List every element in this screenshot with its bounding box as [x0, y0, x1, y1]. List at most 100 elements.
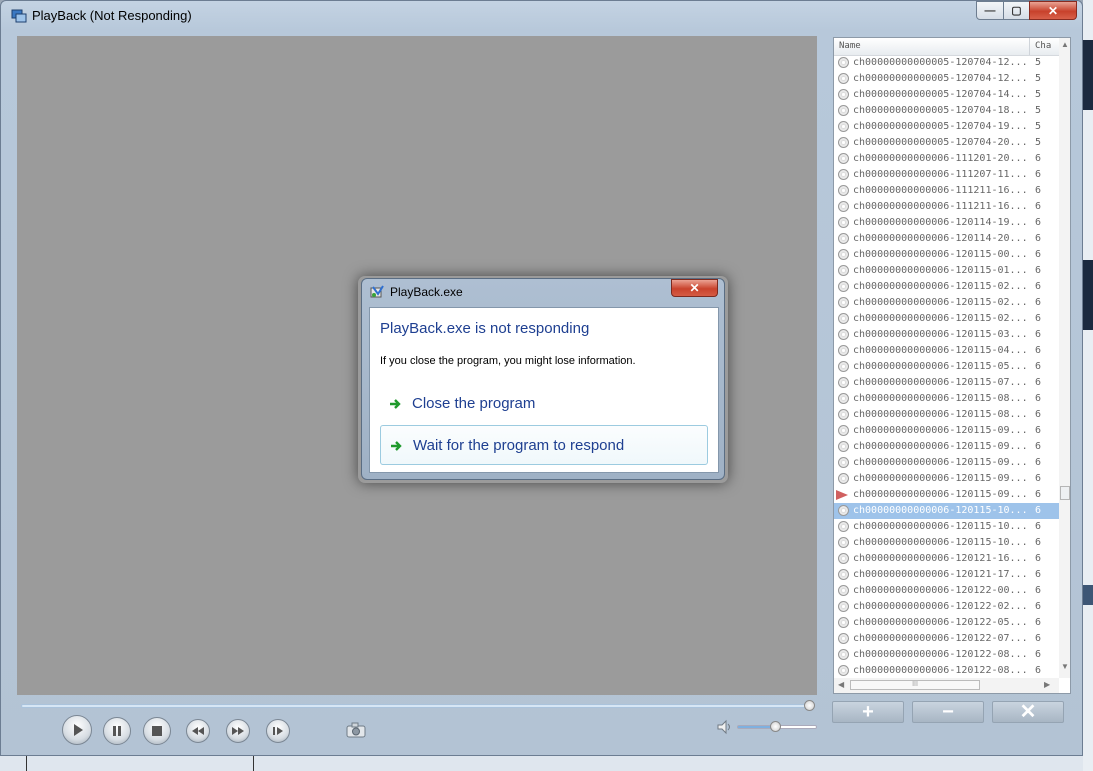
- column-header-channel[interactable]: Cha: [1035, 41, 1051, 51]
- column-separator[interactable]: [1029, 38, 1030, 55]
- playlist-row[interactable]: ch00000000000006-120121-16... 6: [834, 551, 1059, 567]
- disc-icon: [838, 441, 849, 452]
- playlist-row[interactable]: ch00000000000006-120122-00... 6: [834, 583, 1059, 599]
- speaker-icon[interactable]: [716, 719, 734, 735]
- playlist-row[interactable]: ch00000000000006-111211-16... 6: [834, 183, 1059, 199]
- disc-icon: [838, 569, 849, 580]
- disc-icon: [838, 89, 849, 100]
- scroll-right-icon[interactable]: ▶: [1044, 680, 1050, 689]
- disc-icon: [838, 537, 849, 548]
- maximize-button[interactable]: ▢: [1003, 1, 1030, 20]
- playlist-row[interactable]: ch00000000000006-120114-20... 6: [834, 231, 1059, 247]
- playlist-row[interactable]: ch00000000000006-120114-19... 6: [834, 215, 1059, 231]
- playlist-row[interactable]: ch00000000000006-120115-09... 6: [834, 487, 1059, 503]
- row-channel: 6: [1035, 569, 1042, 580]
- playlist-vertical-scrollbar[interactable]: ▲ ▼: [1059, 38, 1070, 678]
- row-channel: 6: [1035, 377, 1042, 388]
- disc-icon: [838, 137, 849, 148]
- window-titlebar[interactable]: PlayBack (Not Responding) — ▢ ✕: [1, 1, 1082, 31]
- playlist-row[interactable]: ch00000000000006-120115-02... 6: [834, 311, 1059, 327]
- pause-button[interactable]: [103, 717, 131, 745]
- scroll-thumb[interactable]: [1060, 486, 1070, 500]
- disc-icon: [838, 233, 849, 244]
- add-file-button[interactable]: +: [832, 701, 904, 723]
- close-window-button[interactable]: ✕: [1029, 1, 1077, 20]
- row-channel: 6: [1035, 329, 1042, 340]
- playlist-row[interactable]: ch00000000000006-120115-08... 6: [834, 391, 1059, 407]
- row-filename: ch00000000000006-120115-02...: [853, 313, 1028, 324]
- scroll-down-icon[interactable]: ▼: [1059, 662, 1070, 674]
- playlist-row[interactable]: ch00000000000006-111201-20... 6: [834, 151, 1059, 167]
- playlist-row[interactable]: ch00000000000005-120704-14... 5: [834, 87, 1059, 103]
- playlist-row[interactable]: ch00000000000006-120115-09... 6: [834, 423, 1059, 439]
- row-filename: ch00000000000006-120115-03...: [853, 329, 1028, 340]
- playlist-row[interactable]: ch00000000000006-120122-02... 6: [834, 599, 1059, 615]
- playlist-row[interactable]: ch00000000000006-120115-09... 6: [834, 455, 1059, 471]
- playlist-row[interactable]: ch00000000000006-120115-03... 6: [834, 327, 1059, 343]
- row-channel: 6: [1035, 153, 1042, 164]
- playlist-row[interactable]: ch00000000000006-120115-00... 6: [834, 247, 1059, 263]
- playlist-row[interactable]: ch00000000000006-120121-17... 6: [834, 567, 1059, 583]
- dialog-close-button[interactable]: ✕: [671, 279, 718, 297]
- playlist-row[interactable]: ch00000000000006-120115-09... 6: [834, 471, 1059, 487]
- row-channel: 6: [1035, 265, 1042, 276]
- horizontal-scroll-thumb[interactable]: III: [850, 680, 980, 690]
- remove-file-button[interactable]: −: [912, 701, 984, 723]
- fast-forward-button[interactable]: [226, 719, 250, 743]
- playlist-row[interactable]: ch00000000000006-120115-02... 6: [834, 295, 1059, 311]
- scroll-left-icon[interactable]: ◀: [838, 680, 844, 689]
- row-channel: 6: [1035, 201, 1042, 212]
- camera-icon[interactable]: [346, 722, 366, 738]
- playlist-row[interactable]: ch00000000000005-120704-19... 5: [834, 119, 1059, 135]
- playlist-row[interactable]: ch00000000000005-120704-20... 5: [834, 135, 1059, 151]
- playlist-row[interactable]: ch00000000000006-111207-11... 6: [834, 167, 1059, 183]
- scroll-up-icon[interactable]: ▲: [1059, 40, 1070, 52]
- minimize-button[interactable]: —: [976, 1, 1004, 20]
- volume-thumb[interactable]: [770, 721, 781, 732]
- frame-step-button[interactable]: [266, 719, 290, 743]
- play-button[interactable]: [62, 715, 92, 745]
- stop-button[interactable]: [143, 717, 171, 745]
- seek-bar[interactable]: [21, 704, 811, 708]
- playlist-row[interactable]: ch00000000000005-120704-12... 5: [834, 71, 1059, 87]
- row-filename: ch00000000000006-120114-19...: [853, 217, 1028, 228]
- playlist-row[interactable]: ch00000000000006-111211-16... 6: [834, 199, 1059, 215]
- seek-thumb[interactable]: [804, 700, 815, 711]
- playlist-panel: Name Cha ch00000000000005-120704-12... 5 c…: [833, 37, 1071, 694]
- disc-icon: [838, 521, 849, 532]
- playlist-horizontal-scrollbar[interactable]: ◀ III ▶: [834, 678, 1059, 693]
- window-controls: — ▢ ✕: [976, 1, 1077, 21]
- playlist-row[interactable]: ch00000000000006-120115-08... 6: [834, 407, 1059, 423]
- row-channel: 6: [1035, 345, 1042, 356]
- playlist-row[interactable]: ch00000000000006-120115-09... 6: [834, 439, 1059, 455]
- playlist-row[interactable]: ch00000000000006-120115-10... 6: [834, 535, 1059, 551]
- column-header-name[interactable]: Name: [839, 41, 861, 51]
- playlist-row[interactable]: ch00000000000006-120115-05... 6: [834, 359, 1059, 375]
- playlist-row[interactable]: ch00000000000005-120704-18... 5: [834, 103, 1059, 119]
- playlist-row[interactable]: ch00000000000006-120122-08... 6: [834, 647, 1059, 663]
- playlist-row[interactable]: ch00000000000006-120115-10... 6: [834, 503, 1059, 519]
- disc-icon: [838, 281, 849, 292]
- playlist-row[interactable]: ch00000000000006-120115-02... 6: [834, 279, 1059, 295]
- playlist-row[interactable]: ch00000000000006-120115-01... 6: [834, 263, 1059, 279]
- stop-icon: [152, 726, 162, 736]
- disc-icon: [838, 505, 849, 516]
- frame-step-icon: [273, 727, 283, 735]
- playlist-row[interactable]: ch00000000000006-120122-08... 6: [834, 663, 1059, 679]
- playlist-row[interactable]: ch00000000000006-120115-10... 6: [834, 519, 1059, 535]
- rewind-button[interactable]: [186, 719, 210, 743]
- playlist-row[interactable]: ch00000000000006-120122-07... 6: [834, 631, 1059, 647]
- disc-icon: [838, 313, 849, 324]
- playlist-row[interactable]: ch00000000000006-120122-05... 6: [834, 615, 1059, 631]
- row-channel: 6: [1035, 441, 1042, 452]
- playlist-row[interactable]: ch00000000000006-120115-04... 6: [834, 343, 1059, 359]
- playlist-row[interactable]: ch00000000000005-120704-12... 5: [834, 55, 1059, 71]
- wait-for-program-button[interactable]: Wait for the program to respond: [380, 425, 708, 465]
- row-filename: ch00000000000006-120122-08...: [853, 665, 1028, 676]
- clear-list-button[interactable]: ✕: [992, 701, 1064, 723]
- row-filename: ch00000000000006-120115-09...: [853, 473, 1028, 484]
- close-program-button[interactable]: Close the program: [380, 384, 708, 424]
- playlist-row[interactable]: ch00000000000006-120115-07... 6: [834, 375, 1059, 391]
- row-channel: 6: [1035, 361, 1042, 372]
- disc-icon: [838, 665, 849, 676]
